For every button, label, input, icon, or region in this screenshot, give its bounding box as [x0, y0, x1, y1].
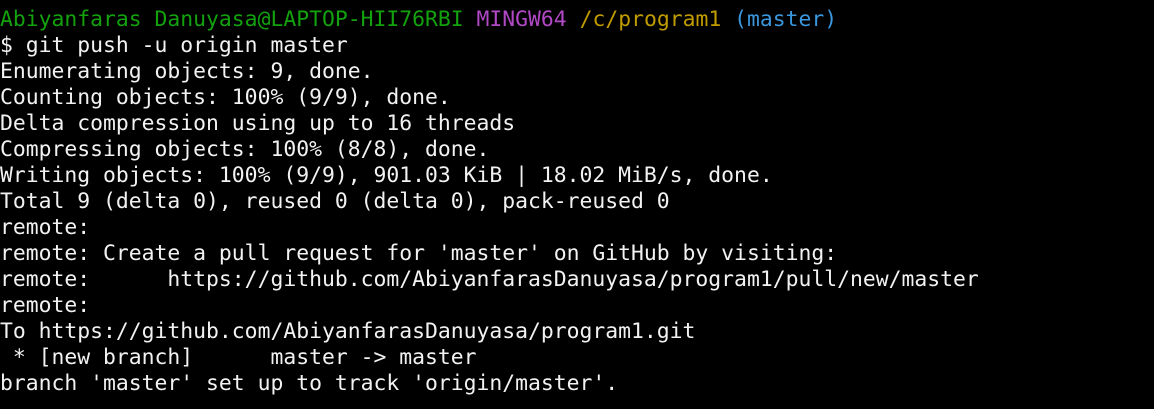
output-line: Compressing objects: 100% (8/8), done. [0, 137, 490, 162]
prompt-branch: (master) [734, 7, 838, 32]
terminal-window[interactable]: Abiyanfaras Danuyasa@LAPTOP-HII76RBI MIN… [0, 0, 1154, 409]
output-line: * [new branch] master -> master [0, 345, 477, 370]
prompt-system: MINGW64 [476, 7, 567, 32]
output-line: branch 'master' set up to track 'origin/… [0, 371, 619, 396]
output-line: remote: https://github.com/AbiyanfarasDa… [0, 267, 979, 292]
output-line: Delta compression using up to 16 threads [0, 111, 516, 136]
output-line: remote: Create a pull request for 'maste… [0, 241, 838, 266]
output-line: remote: [0, 215, 91, 240]
output-line: remote: [0, 293, 91, 318]
output-line: Total 9 (delta 0), reused 0 (delta 0), p… [0, 189, 670, 214]
output-line: To https://github.com/AbiyanfarasDanuyas… [0, 319, 696, 344]
output-line: Enumerating objects: 9, done. [0, 59, 374, 84]
command-line: $ git push -u origin master [0, 33, 348, 58]
shell-prompt: Abiyanfaras Danuyasa@LAPTOP-HII76RBI MIN… [0, 7, 1154, 33]
prompt-user-host: Abiyanfaras Danuyasa@LAPTOP-HII76RBI [0, 7, 464, 32]
prompt-path: /c/program1 [579, 7, 722, 32]
output-line: Writing objects: 100% (9/9), 901.03 KiB … [0, 163, 773, 188]
output-line: Counting objects: 100% (9/9), done. [0, 85, 451, 110]
